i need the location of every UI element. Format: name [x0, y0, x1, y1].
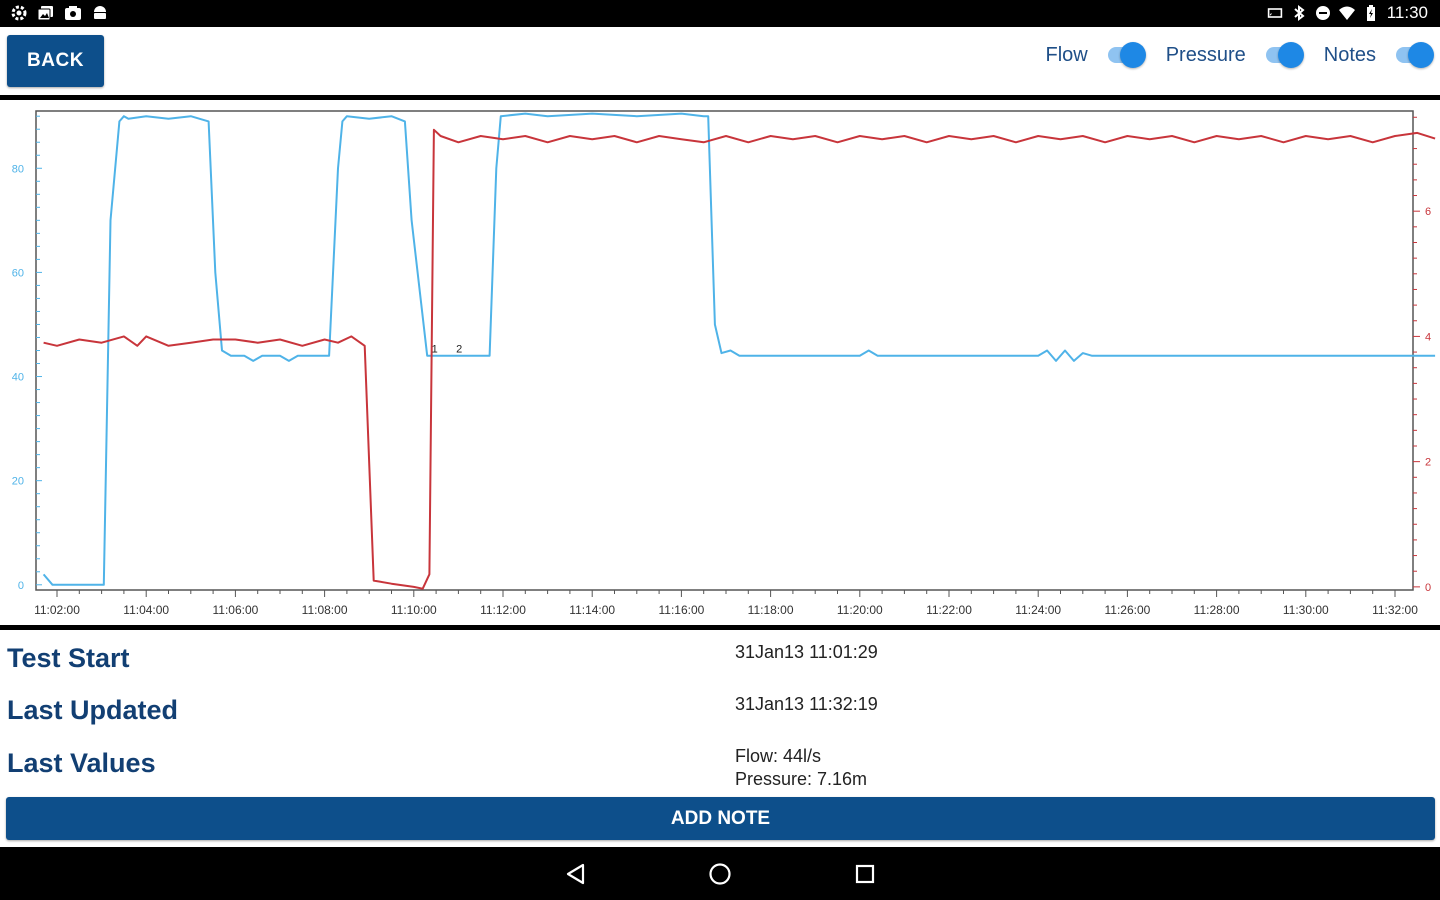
home-nav-icon[interactable]	[705, 859, 735, 889]
cast-icon	[1267, 5, 1283, 21]
notes-toggle-label: Notes	[1323, 43, 1376, 66]
plot-area	[35, 110, 1414, 591]
last-updated-label: Last Updated	[7, 695, 179, 725]
do-not-disturb-icon	[1315, 5, 1331, 21]
x-tick-label: 11:26:00	[1104, 603, 1150, 617]
battery-charging-icon	[1363, 5, 1379, 21]
flow-toggle-switch[interactable]	[1107, 42, 1146, 68]
notification-icons	[10, 4, 109, 22]
back-nav-icon[interactable]	[561, 859, 591, 889]
settings-notification-icon	[10, 4, 28, 22]
x-tick-label: 11:06:00	[212, 603, 258, 617]
x-tick-label: 11:32:00	[1372, 603, 1418, 617]
x-tick-label: 11:22:00	[926, 603, 972, 617]
y-left-tick-label: 0	[18, 580, 24, 592]
x-tick-label: 11:10:00	[391, 603, 437, 617]
last-values-label: Last Values	[7, 748, 156, 778]
notes-toggle-switch[interactable]	[1396, 42, 1434, 68]
x-tick-label: 11:02:00	[34, 603, 80, 617]
clock: 11:30	[1386, 3, 1428, 22]
photos-notification-icon	[37, 4, 55, 22]
x-tick-label: 11:20:00	[837, 603, 883, 617]
note-marker: 2	[456, 344, 462, 356]
bottom-divider	[0, 625, 1440, 630]
x-tick-label: 11:30:00	[1283, 603, 1329, 617]
x-tick-label: 11:14:00	[569, 603, 615, 617]
back-button[interactable]: BACK	[7, 35, 104, 87]
y-left-tick-label: 80	[12, 163, 24, 175]
y-left-tick-label: 20	[12, 476, 24, 488]
system-status-icons: 11:30	[1267, 3, 1428, 23]
y-right-tick-label: 6	[1425, 206, 1431, 218]
y-right-tick-label: 4	[1425, 331, 1431, 343]
series-toggles: Flow Pressure Notes	[1045, 40, 1434, 70]
wifi-icon	[1338, 5, 1355, 21]
x-tick-label: 11:16:00	[658, 603, 704, 617]
last-pressure-value: Pressure: 7.16m	[735, 769, 868, 789]
status-bar: 11:30	[0, 0, 1440, 27]
add-note-button[interactable]: ADD NOTE	[6, 797, 1435, 840]
last-updated-value: 31Jan13 11:32:19	[735, 694, 878, 714]
bluetooth-icon	[1291, 5, 1307, 21]
pressure-toggle-switch[interactable]	[1265, 42, 1304, 68]
x-tick-label: 11:24:00	[1015, 603, 1061, 617]
last-flow-value: Flow: 44l/s	[735, 746, 822, 766]
x-tick-label: 11:28:00	[1194, 603, 1240, 617]
test-start-label: Test Start	[7, 643, 130, 673]
x-tick-label: 11:08:00	[302, 603, 348, 617]
note-marker: 1	[432, 344, 438, 356]
navigation-bar	[0, 847, 1440, 900]
y-right-tick-label: 0	[1425, 582, 1431, 594]
last-values-value: Flow: 44l/s Pressure: 7.16m	[735, 745, 867, 791]
camera-notification-icon	[64, 4, 82, 22]
y-left-tick-label: 40	[12, 372, 24, 384]
test-start-value: 31Jan13 11:01:29	[735, 642, 878, 662]
flow-toggle-label: Flow	[1045, 43, 1088, 66]
x-tick-label: 11:04:00	[123, 603, 169, 617]
top-divider	[0, 95, 1440, 100]
flow-pressure-chart[interactable]: 11:02:00 11:04:00 11:06:00 11:08:00 11:10:00…	[0, 102, 1440, 622]
pressure-toggle-label: Pressure	[1165, 43, 1246, 66]
recents-nav-icon[interactable]	[850, 859, 880, 889]
android-notification-icon	[91, 4, 109, 22]
x-tick-label: 11:12:00	[480, 603, 526, 617]
y-right-tick-label: 2	[1425, 457, 1431, 469]
x-tick-label: 11:18:00	[748, 603, 794, 617]
y-left-tick-label: 60	[12, 267, 24, 279]
